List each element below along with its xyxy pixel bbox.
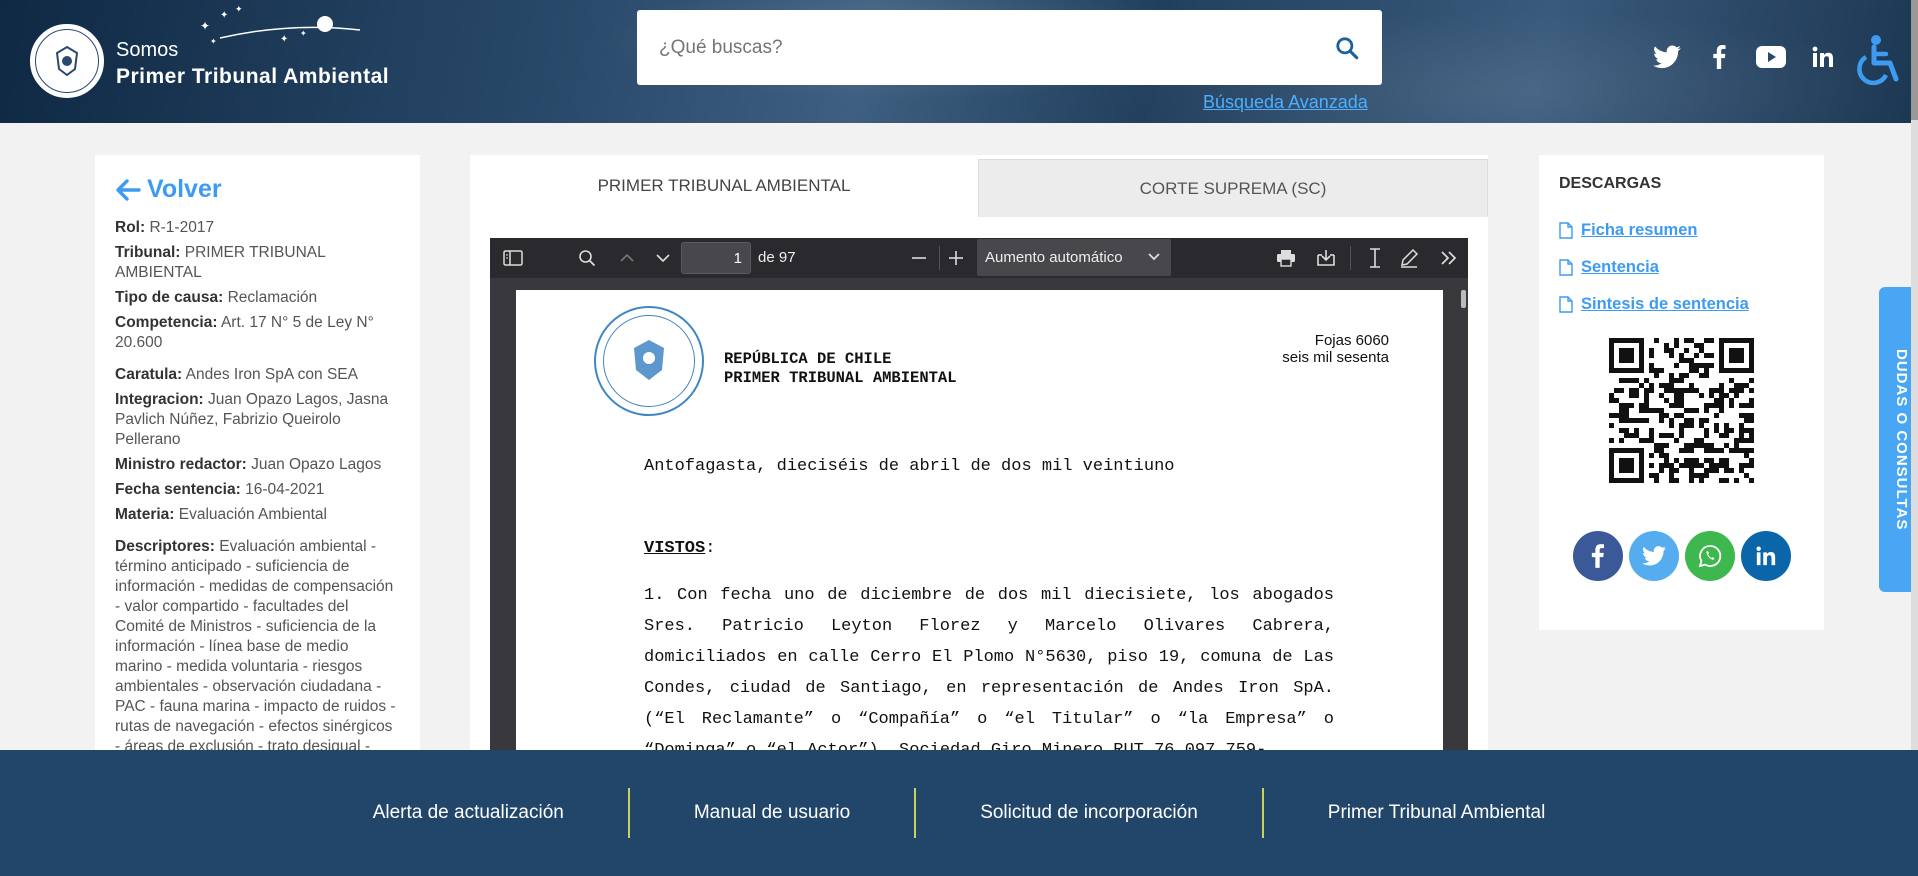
print-icon[interactable] xyxy=(1270,238,1302,278)
save-icon[interactable] xyxy=(1310,238,1342,278)
download-sintesis-link[interactable]: Sintesis de sentencia xyxy=(1581,295,1749,314)
back-label: Volver xyxy=(147,175,222,203)
footer-alerta-link[interactable]: Alerta de actualización xyxy=(309,788,628,838)
viewer-scrollbar[interactable] xyxy=(1461,290,1466,308)
zoom-select[interactable]: Aumento automático xyxy=(977,239,1171,276)
svg-text:✦: ✦ xyxy=(235,4,243,14)
zoom-in-icon[interactable] xyxy=(941,238,971,278)
case-metadata: Rol: R-1-2017 Tribunal: PRIMER TRIBUNAL … xyxy=(115,218,400,750)
vistos-colon: : xyxy=(705,539,716,558)
zoom-value: Aumento automático xyxy=(985,249,1123,266)
field-tribunal: Tribunal: PRIMER TRIBUNAL AMBIENTAL xyxy=(115,244,326,281)
vistos-heading: VISTOS: xyxy=(644,539,1334,558)
vistos-label: VISTOS xyxy=(644,539,706,558)
advanced-search-link[interactable]: Búsqueda Avanzada xyxy=(1203,92,1368,113)
search-input[interactable] xyxy=(637,10,1312,85)
page-scrollbar[interactable] xyxy=(1911,0,1918,750)
field-ministro-redactor: Ministro redactor: Juan Opazo Lagos xyxy=(115,456,382,473)
heading-line-2: PRIMER TRIBUNAL AMBIENTAL xyxy=(724,369,957,387)
tribunal-tabs: PRIMER TRIBUNAL AMBIENTAL CORTE SUPREMA … xyxy=(470,155,1488,217)
fojas-number: Fojas 6060 xyxy=(1314,332,1389,349)
share-buttons xyxy=(1559,531,1804,581)
document-icon xyxy=(1559,259,1573,276)
svg-text:✦: ✦ xyxy=(200,19,210,33)
download-item[interactable]: Sentencia xyxy=(1559,258,1804,277)
document-icon xyxy=(1559,296,1573,313)
tab-primer-tribunal[interactable]: PRIMER TRIBUNAL AMBIENTAL xyxy=(470,155,978,217)
svg-text:✦: ✦ xyxy=(280,34,288,45)
download-ficha-resumen-link[interactable]: Ficha resumen xyxy=(1581,221,1697,240)
search-button[interactable] xyxy=(1312,10,1382,85)
logo-stars-icon: ✦ ✦ ✦ ✦ ✦ ✦ xyxy=(200,4,361,46)
tab-corte-suprema[interactable]: CORTE SUPREMA (SC) xyxy=(978,159,1488,217)
footer-primer-tribunal-link[interactable]: Primer Tribunal Ambiental xyxy=(1264,788,1610,838)
downloads-title: DESCARGAS xyxy=(1559,175,1662,192)
pdf-page: REPÚBLICA DE CHILE PRIMER TRIBUNAL AMBIE… xyxy=(516,290,1443,750)
field-competencia: Competencia: Art. 17 N° 5 de Ley N° 20.6… xyxy=(115,314,374,351)
linkedin-icon[interactable] xyxy=(1808,42,1838,72)
tribunal-seal-icon xyxy=(594,306,704,416)
svg-text:✦: ✦ xyxy=(300,29,307,38)
field-materia: Materia: Evaluación Ambiental xyxy=(115,506,327,523)
document-icon xyxy=(1559,222,1573,239)
fojas-label: Fojas 6060 seis mil sesenta xyxy=(1282,332,1389,366)
field-fecha-sentencia: Fecha sentencia: 16-04-2021 xyxy=(115,481,325,498)
share-linkedin-icon[interactable] xyxy=(1740,531,1791,581)
site-header: Somos Primer Tribunal Ambiental ✦ ✦ ✦ ✦ … xyxy=(0,0,1918,123)
search-box xyxy=(637,10,1382,85)
footer-solicitud-link[interactable]: Solicitud de incorporación xyxy=(916,788,1262,838)
case-details-panel: Volver Rol: R-1-2017 Tribunal: PRIMER TR… xyxy=(95,155,420,750)
field-tipo-causa: Tipo de causa: Reclamación xyxy=(115,289,318,306)
dudas-consultas-label: DUDAS O CONSULTAS xyxy=(1893,348,1910,531)
qr-code-icon xyxy=(1609,338,1754,483)
logo-line-2: Primer Tribunal Ambiental xyxy=(116,65,390,88)
downloads-panel: DESCARGAS Ficha resumen Sentencia Sintes… xyxy=(1539,155,1824,630)
document-area: PRIMER TRIBUNAL AMBIENTAL CORTE SUPREMA … xyxy=(470,155,1488,750)
arrow-left-icon xyxy=(116,178,141,201)
share-whatsapp-icon[interactable] xyxy=(1684,531,1735,581)
field-rol: Rol: R-1-2017 xyxy=(115,219,215,236)
social-links xyxy=(1630,42,1838,72)
more-tools-icon[interactable] xyxy=(1434,238,1464,278)
download-item[interactable]: Sintesis de sentencia xyxy=(1559,295,1804,314)
heading-line-1: REPÚBLICA DE CHILE xyxy=(724,350,892,368)
share-twitter-icon[interactable] xyxy=(1628,531,1679,581)
page-count: de 97 xyxy=(758,249,796,266)
document-date-line: Antofagasta, dieciséis de abril de dos m… xyxy=(644,457,1175,476)
wheelchair-icon[interactable] xyxy=(1850,33,1906,89)
pencil-icon[interactable] xyxy=(1394,238,1424,278)
svg-text:✦: ✦ xyxy=(220,10,228,21)
field-descriptores: Descriptores: Evaluación ambiental - tér… xyxy=(115,538,396,750)
find-icon[interactable] xyxy=(572,238,602,278)
document-paragraph: 1. Con fecha uno de diciembre de dos mil… xyxy=(644,586,1334,750)
text-cursor-icon[interactable] xyxy=(1360,238,1390,278)
next-page-icon[interactable] xyxy=(648,238,678,278)
document-heading: REPÚBLICA DE CHILE PRIMER TRIBUNAL AMBIE… xyxy=(724,350,957,388)
toolbar-divider xyxy=(1350,246,1351,270)
tribunal-seal-icon xyxy=(30,24,104,98)
previous-page-icon[interactable] xyxy=(612,238,642,278)
toolbar-divider xyxy=(939,246,940,270)
pdf-viewer: de 97 Aumento automático xyxy=(490,238,1468,750)
site-footer: Alerta de actualización Manual de usuari… xyxy=(0,750,1918,876)
pdf-toolbar: de 97 Aumento automático xyxy=(490,238,1468,278)
back-button[interactable]: Volver xyxy=(115,175,400,204)
youtube-icon[interactable] xyxy=(1756,42,1786,72)
search-icon xyxy=(1336,36,1359,59)
twitter-icon[interactable] xyxy=(1652,42,1682,72)
chevron-down-icon xyxy=(1148,253,1160,261)
download-item[interactable]: Ficha resumen xyxy=(1559,221,1804,240)
share-facebook-icon[interactable] xyxy=(1572,531,1623,581)
footer-manual-link[interactable]: Manual de usuario xyxy=(630,788,914,838)
fojas-words: seis mil sesenta xyxy=(1282,349,1389,366)
zoom-out-icon[interactable] xyxy=(904,238,934,278)
svg-text:✦: ✦ xyxy=(210,37,217,46)
facebook-icon[interactable] xyxy=(1704,42,1734,72)
page-number-input[interactable] xyxy=(681,242,751,274)
field-caratula: Caratula: Andes Iron SpA con SEA xyxy=(115,366,358,383)
sidebar-toggle-icon[interactable] xyxy=(498,238,528,278)
download-sentencia-link[interactable]: Sentencia xyxy=(1581,258,1659,277)
field-integracion: Integracion: Juan Opazo Lagos, Jasna Pav… xyxy=(115,391,389,448)
